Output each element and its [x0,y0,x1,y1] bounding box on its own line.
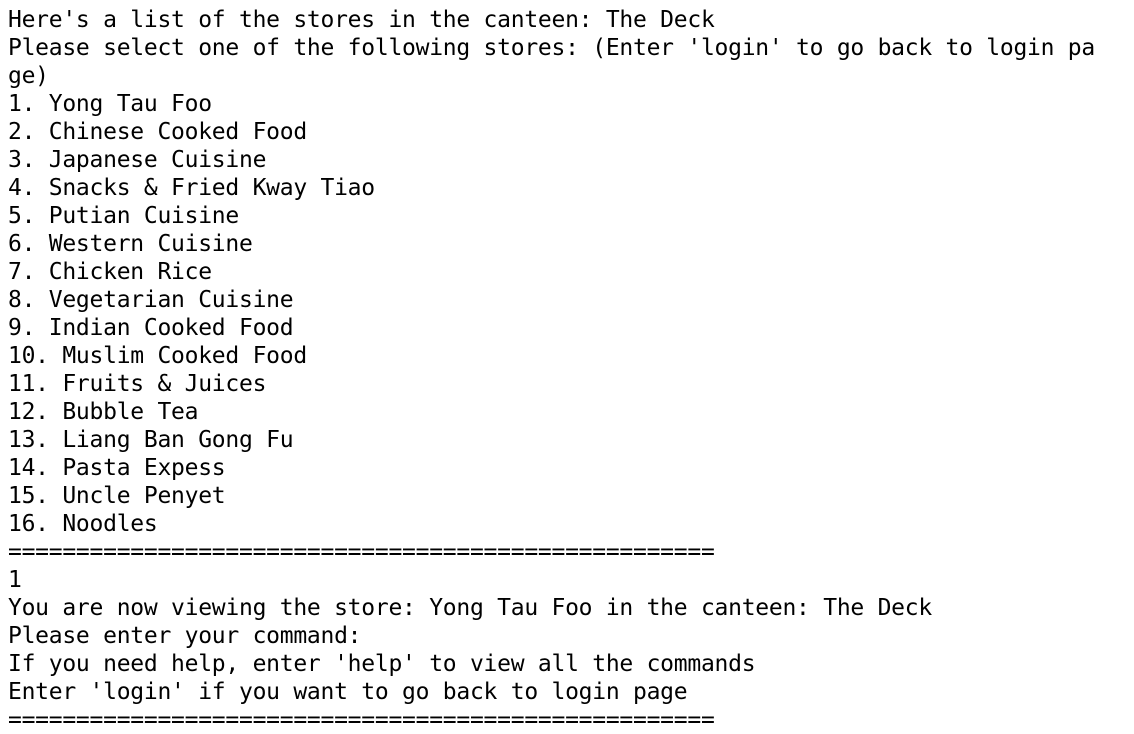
store-list-item: 4. Snacks & Fried Kway Tiao [8,175,375,201]
command-prompt: Please enter your command: [8,623,362,649]
viewing-store-line: You are now viewing the store: Yong Tau … [8,595,932,621]
store-list-item: 15. Uncle Penyet [8,483,226,509]
store-list-item: 14. Pasta Expess [8,455,226,481]
user-input-echo: 1 [8,567,22,593]
store-list-item: 11. Fruits & Juices [8,371,267,397]
store-list: 1. Yong Tau Foo 2. Chinese Cooked Food 3… [8,90,1134,538]
store-list-item: 5. Putian Cuisine [8,203,239,229]
separator-line: ========================================… [8,539,715,565]
store-list-item: 6. Western Cuisine [8,231,253,257]
store-list-item: 8. Vegetarian Cuisine [8,287,294,313]
store-list-item: 3. Japanese Cuisine [8,147,267,173]
store-list-header: Here's a list of the stores in the cante… [8,7,715,33]
separator-line-end: ========================================… [8,707,715,733]
store-list-item: 2. Chinese Cooked Food [8,119,307,145]
store-select-prompt: Please select one of the following store… [8,35,1095,61]
store-list-item: 12. Bubble Tea [8,399,199,425]
help-hint: If you need help, enter 'help' to view a… [8,651,756,677]
login-hint: Enter 'login' if you want to go back to … [8,679,688,705]
terminal-output[interactable]: Here's a list of the stores in the cante… [0,0,1134,734]
store-list-item: 10. Muslim Cooked Food [8,343,307,369]
store-list-item: 1. Yong Tau Foo [8,91,212,117]
store-list-item: 9. Indian Cooked Food [8,315,294,341]
store-list-item: 16. Noodles [8,511,158,537]
store-list-item: 7. Chicken Rice [8,259,212,285]
store-list-item: 13. Liang Ban Gong Fu [8,427,294,453]
store-select-prompt-wrap: ge) [8,63,49,89]
